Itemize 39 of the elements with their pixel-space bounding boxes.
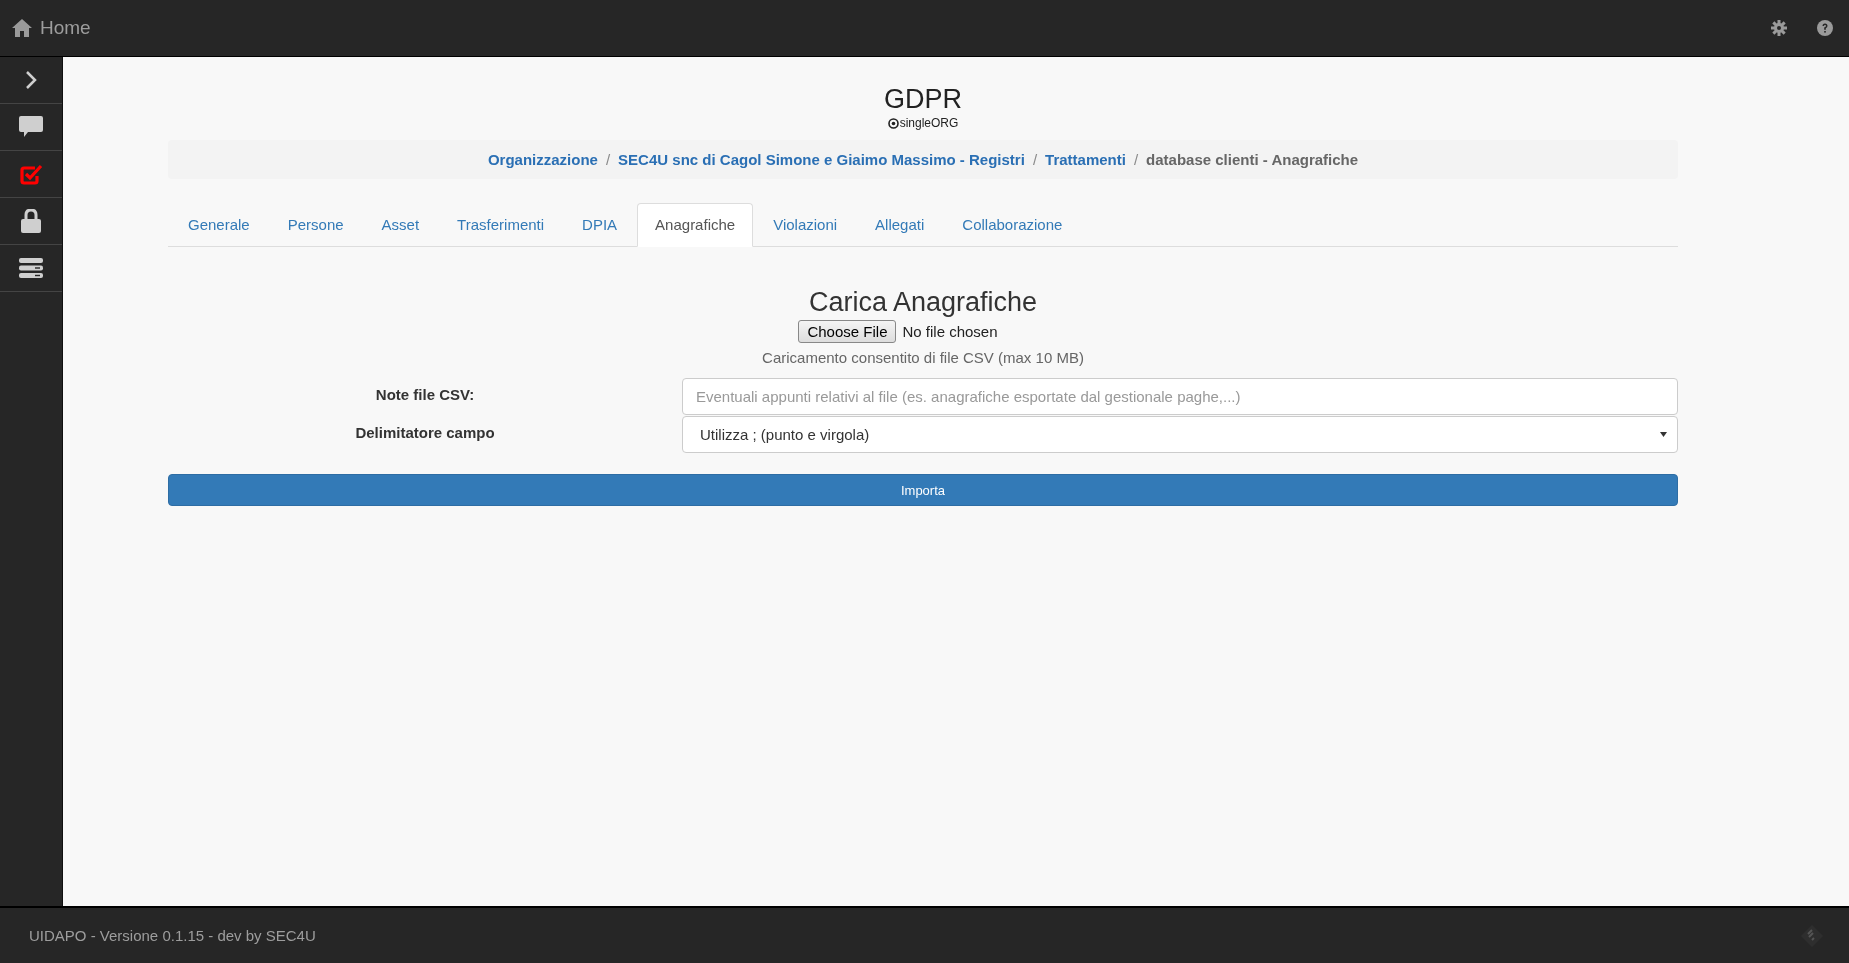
help-icon[interactable]	[1817, 20, 1833, 36]
upload-note: Caricamento consentito di file CSV (max 10 MB)	[762, 349, 1084, 366]
settings-icon[interactable]	[1771, 20, 1787, 36]
caret-icon	[1660, 432, 1667, 437]
tab[interactable]: Allegati	[857, 203, 943, 247]
breadcrumb-separator: /	[605, 151, 611, 168]
choose-file-button[interactable]: Choose File	[798, 320, 897, 343]
tab[interactable]: Trasferimenti	[439, 203, 563, 247]
tab[interactable]: Anagrafiche	[637, 203, 754, 247]
breadcrumb-link[interactable]: SEC4U snc di Cagol Simone e Giaimo Massimo - Registri	[618, 151, 1025, 168]
page-title: GDPR	[884, 84, 962, 115]
tab[interactable]: Collaborazione	[944, 203, 1081, 247]
page-subtitle: singleORG	[899, 116, 959, 130]
tab[interactable]: Generale	[170, 203, 268, 247]
footer-text: UIDAPO - Versione 0.1.15 - dev by SEC4U	[29, 927, 316, 944]
server-icon	[19, 258, 43, 278]
breadcrumb-separator: /	[1032, 151, 1038, 168]
field-label: Note file CSV:	[374, 385, 476, 403]
target-icon	[887, 117, 899, 129]
tab[interactable]: Persone	[269, 203, 362, 247]
tab[interactable]: DPIA	[564, 203, 636, 247]
chat-icon	[19, 116, 43, 138]
tab[interactable]: Asset	[363, 203, 438, 247]
import-button[interactable]: Importa	[168, 474, 1678, 506]
home-link[interactable]: Home	[12, 17, 91, 39]
chevron-right-icon	[24, 70, 38, 90]
checkbox-icon	[19, 163, 43, 185]
input-field[interactable]: Eventuali appunti relativi al file (es. anagrafiche esportate dal gestionale paghe,...)	[682, 378, 1678, 415]
section-title: Carica Anagrafiche	[808, 287, 1038, 318]
home-icon	[12, 19, 32, 37]
breadcrumb-link[interactable]: Organizzazione	[487, 151, 598, 168]
lock-icon	[20, 209, 42, 233]
tab[interactable]: Violazioni	[755, 203, 856, 247]
field-label: Delimitatore campo	[354, 423, 496, 441]
select-field[interactable]: Utilizza ; (punto e virgola)	[682, 416, 1678, 453]
breadcrumb-current: database clienti - Anagrafiche	[1146, 151, 1359, 168]
breadcrumb-link[interactable]: Trattamenti	[1045, 151, 1126, 168]
file-status: No file chosen	[902, 323, 998, 340]
breadcrumb-separator: /	[1133, 151, 1139, 168]
